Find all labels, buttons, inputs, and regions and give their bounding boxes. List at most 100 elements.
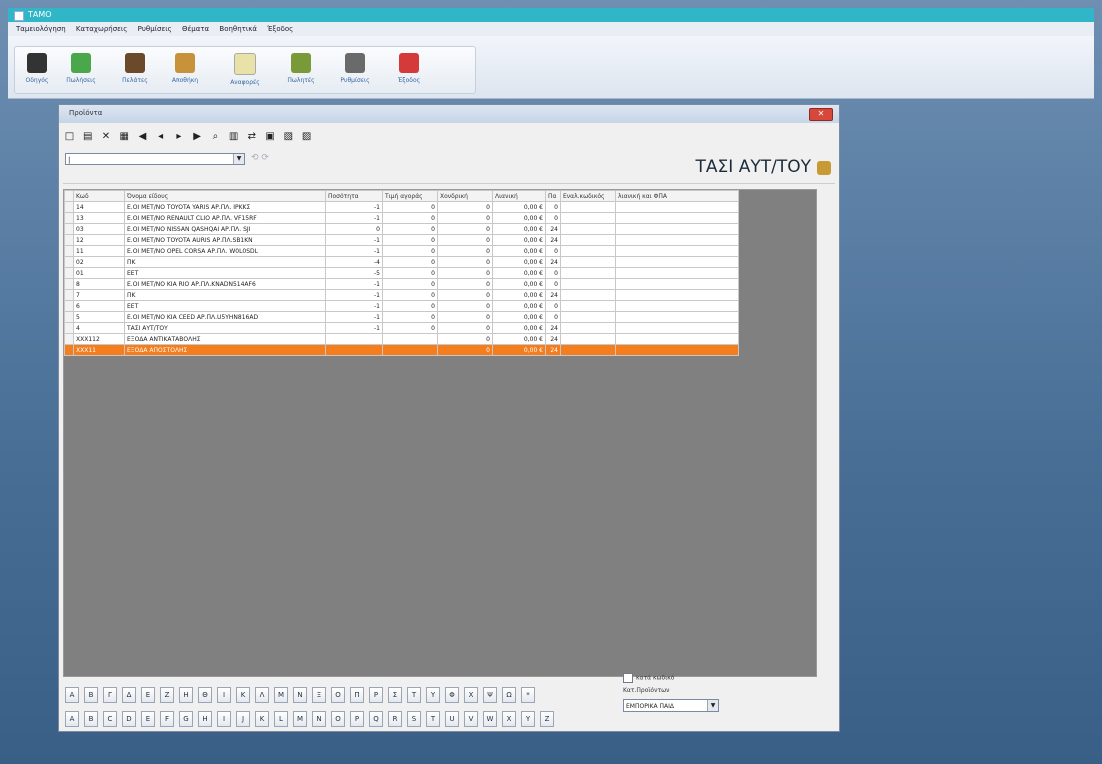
new-icon[interactable]: □ <box>63 131 76 143</box>
table-cell[interactable] <box>560 344 616 356</box>
table-cell[interactable]: 24 <box>545 344 561 356</box>
table-cell[interactable]: 01 <box>73 267 125 279</box>
table-cell[interactable] <box>615 201 739 213</box>
table-cell[interactable]: Ε.ΟΙ ΜΕΤ/ΝΟ NISSAN QASHQAI ΑΡ.ΠΛ. SJI <box>124 223 326 235</box>
table-cell[interactable]: -1 <box>325 322 383 334</box>
letter-button[interactable]: I <box>217 711 231 727</box>
toolbar-button[interactable]: Οδηγός <box>17 51 57 91</box>
table-cell[interactable]: 0 <box>382 267 438 279</box>
next-icon[interactable]: ▸ <box>172 131 185 143</box>
table-cell[interactable]: 0 <box>437 333 493 345</box>
table-cell[interactable]: 0 <box>437 256 493 268</box>
table-row[interactable]: 4 ΤΑΣΙ ΑΥΤ/ΤΟΥ -1 0 0 0,00 €24 <box>64 322 739 334</box>
table-row[interactable]: 11 Ε.ΟΙ ΜΕΤ/ΝΟ OPEL CORSA ΑΡ.ΠΛ. W0L0SDL -… <box>64 245 739 257</box>
table-cell[interactable]: 0 <box>545 201 561 213</box>
letter-button[interactable]: Ω <box>502 687 516 703</box>
table-cell[interactable]: 0 <box>382 311 438 323</box>
table-row[interactable]: 7 ΠΚ -1 0 0 0,00 €24 <box>64 289 739 301</box>
table-cell[interactable]: 5 <box>73 311 125 323</box>
letter-button[interactable]: D <box>122 711 136 727</box>
row-header[interactable] <box>64 234 74 246</box>
letter-button[interactable]: * <box>521 687 535 703</box>
table-cell[interactable]: 0,00 € <box>492 234 546 246</box>
table-cell[interactable]: 0,00 € <box>492 256 546 268</box>
table-cell[interactable]: -4 <box>325 256 383 268</box>
table-cell[interactable] <box>560 311 616 323</box>
col-header[interactable]: Χονδρική <box>437 190 493 202</box>
letter-button[interactable]: W <box>483 711 497 727</box>
row-header[interactable] <box>64 223 74 235</box>
table-cell[interactable] <box>325 333 383 345</box>
table-cell[interactable] <box>382 344 438 356</box>
table-cell[interactable]: 12 <box>73 234 125 246</box>
table-cell[interactable]: 0 <box>437 300 493 312</box>
table-cell[interactable]: 0 <box>437 245 493 257</box>
table-cell[interactable]: 0 <box>437 311 493 323</box>
code-checkbox[interactable]: κατά κωδικό <box>623 673 674 683</box>
table-cell[interactable]: 0,00 € <box>492 300 546 312</box>
table-cell[interactable] <box>325 344 383 356</box>
table-cell[interactable]: 24 <box>545 256 561 268</box>
table-row[interactable]: 13 Ε.ΟΙ ΜΕΤ/ΝΟ RENAULT CLIO ΑΡ.ΠΛ. VF15RF… <box>64 212 739 224</box>
row-header[interactable] <box>64 201 74 213</box>
table-cell[interactable]: 0,00 € <box>492 201 546 213</box>
table-cell[interactable] <box>615 256 739 268</box>
menu-item[interactable]: Καταχωρήσεις <box>76 25 128 33</box>
table-cell[interactable]: 0 <box>382 322 438 334</box>
table-cell[interactable] <box>615 245 739 257</box>
table-cell[interactable]: 24 <box>545 234 561 246</box>
refresh-icon[interactable]: ⟲ ⟳ <box>251 153 269 163</box>
table-cell[interactable]: 0 <box>382 278 438 290</box>
letter-button[interactable]: Δ <box>122 687 136 703</box>
table-cell[interactable]: 0 <box>382 245 438 257</box>
table-cell[interactable]: 0 <box>437 212 493 224</box>
table-cell[interactable]: 0 <box>545 212 561 224</box>
letter-button[interactable]: Σ <box>388 687 402 703</box>
letter-button[interactable]: Z <box>540 711 554 727</box>
table-row[interactable]: 01 ΕΕΤ -5 0 0 0,00 €0 <box>64 267 739 279</box>
letter-button[interactable]: P <box>350 711 364 727</box>
table-cell[interactable]: 0 <box>325 223 383 235</box>
toolbar-button[interactable]: Έξοδος <box>389 51 429 91</box>
table-cell[interactable] <box>615 212 739 224</box>
table-cell[interactable]: 24 <box>545 333 561 345</box>
table-cell[interactable]: 0,00 € <box>492 333 546 345</box>
table-cell[interactable] <box>382 333 438 345</box>
row-header[interactable] <box>64 311 74 323</box>
table-cell[interactable] <box>615 289 739 301</box>
table-cell[interactable]: 0 <box>545 245 561 257</box>
chevron-down-icon[interactable]: ▼ <box>233 154 244 164</box>
search-combo[interactable]: | ▼ <box>65 153 245 165</box>
toolbar-button[interactable]: Αποθήκη <box>165 51 205 91</box>
menu-item[interactable]: Βοηθητικά <box>219 25 257 33</box>
letter-button[interactable]: Α <box>65 687 79 703</box>
letter-button[interactable]: Ρ <box>369 687 383 703</box>
table-cell[interactable]: -1 <box>325 300 383 312</box>
filter-icon[interactable]: ▥ <box>227 131 240 143</box>
grid-icon[interactable]: ▦ <box>118 131 131 143</box>
table-cell[interactable] <box>615 300 739 312</box>
last-icon[interactable]: ▶ <box>191 131 204 143</box>
table-cell[interactable] <box>615 278 739 290</box>
letter-button[interactable]: Y <box>521 711 535 727</box>
table-cell[interactable]: -1 <box>325 212 383 224</box>
table-cell[interactable] <box>560 223 616 235</box>
table-cell[interactable]: 0,00 € <box>492 267 546 279</box>
table-cell[interactable] <box>615 234 739 246</box>
table-cell[interactable]: 8 <box>73 278 125 290</box>
row-header[interactable] <box>64 267 74 279</box>
table-cell[interactable] <box>560 245 616 257</box>
letter-button[interactable]: J <box>236 711 250 727</box>
table-cell[interactable]: ΠΚ <box>124 256 326 268</box>
table-cell[interactable] <box>560 278 616 290</box>
table-cell[interactable] <box>615 223 739 235</box>
table-cell[interactable]: 0 <box>545 267 561 279</box>
letter-button[interactable]: Φ <box>445 687 459 703</box>
table-cell[interactable] <box>560 322 616 334</box>
table-cell[interactable]: ΤΑΣΙ ΑΥΤ/ΤΟΥ <box>124 322 326 334</box>
table-row[interactable]: 8 Ε.ΟΙ ΜΕΤ/ΝΟ KIA RIO ΑΡ.ΠΛ.KNADN514AF6 -1… <box>64 278 739 290</box>
toolbar-button[interactable]: Πελάτες <box>115 51 155 91</box>
menu-item[interactable]: Ταμειολόγηση <box>16 25 66 33</box>
table-cell[interactable]: 0 <box>437 201 493 213</box>
transfer-icon[interactable]: ⇄ <box>245 131 258 143</box>
